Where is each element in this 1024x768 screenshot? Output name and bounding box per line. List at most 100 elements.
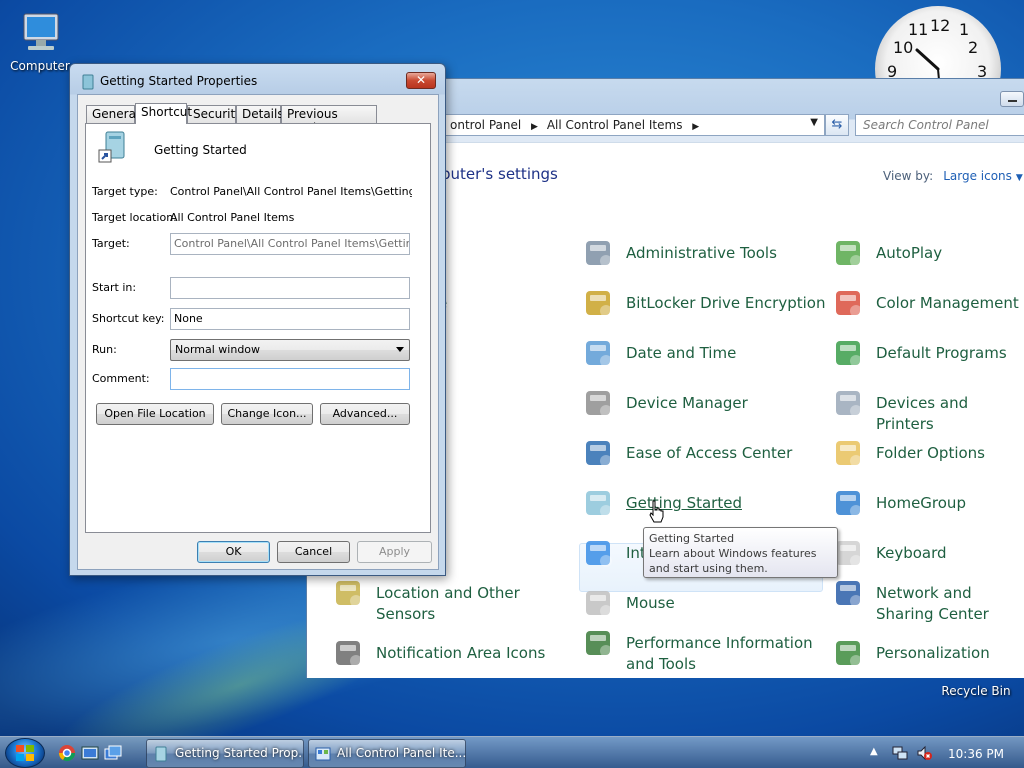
computer-label: Computer: [10, 59, 70, 73]
view-by-chevron-icon[interactable]: ▼: [1016, 173, 1023, 183]
internet-options-icon: [586, 541, 612, 567]
advanced-button[interactable]: Advanced...: [320, 403, 410, 425]
search-input[interactable]: Search Control Panel: [855, 114, 1024, 136]
properties-dialog[interactable]: Getting Started Properties ✕ General Sho…: [69, 63, 446, 576]
control-panel-icon: [315, 747, 331, 761]
cp-item-color-management[interactable]: Color Management: [836, 291, 1024, 317]
open-file-location-button[interactable]: Open File Location: [96, 403, 214, 425]
apply-button[interactable]: Apply: [357, 541, 432, 563]
view-by: View by: Large icons ▼: [883, 169, 1023, 183]
cp-item-ease-of-access-center[interactable]: Ease of Access Center: [586, 441, 826, 467]
folder-icon: [836, 441, 862, 467]
taskbar: Getting Started Prop... All Control Pane…: [0, 736, 1024, 768]
tab-previous-versions[interactable]: Previous Versions: [281, 105, 377, 135]
tab-shortcut[interactable]: Shortcut: [135, 103, 192, 124]
device-manager-icon: [586, 391, 612, 417]
breadcrumb-separator-icon: ▶: [531, 122, 541, 132]
cp-item-performance-information-and-tools[interactable]: Performance Information and Tools: [586, 631, 826, 675]
cp-item-folder-options[interactable]: Folder Options: [836, 441, 1024, 467]
volume-muted-icon[interactable]: [916, 745, 932, 761]
tab-security[interactable]: Security: [187, 105, 242, 123]
shortcut-key-label: Shortcut key:: [92, 312, 165, 325]
windows-logo-icon: [16, 745, 34, 761]
cancel-button[interactable]: Cancel: [277, 541, 350, 563]
cp-item-devices-and-printers[interactable]: Devices and Printers: [836, 391, 1024, 435]
personalization-icon: [836, 641, 862, 667]
cp-item-location-and-other-sensors[interactable]: Location and Other Sensors: [336, 581, 576, 625]
ease-access-icon: [586, 441, 612, 467]
desktop-computer[interactable]: Computer: [0, 8, 80, 73]
chrome-icon[interactable]: [58, 744, 76, 762]
target-label: Target:: [92, 237, 130, 250]
address-bar[interactable]: ontrol Panel ▶ All Control Panel Items ▶…: [441, 114, 825, 136]
shortcut-file-icon: [98, 131, 125, 163]
taskbar-button-label: Getting Started Prop...: [175, 746, 304, 760]
switch-windows-icon[interactable]: [104, 745, 122, 761]
cp-item-label: AutoPlay: [876, 244, 943, 262]
cp-item-homegroup[interactable]: HomeGroup: [836, 491, 1024, 517]
cp-item-mouse[interactable]: Mouse: [586, 591, 826, 617]
shortcut-key-field[interactable]: None: [170, 308, 410, 330]
run-label: Run:: [92, 343, 117, 356]
cp-item-label: Device Manager: [626, 394, 748, 412]
close-button[interactable]: ✕: [406, 72, 436, 89]
show-desktop-icon[interactable]: [81, 745, 99, 761]
location-sensor-icon: [336, 581, 362, 607]
comment-field[interactable]: [170, 368, 410, 390]
cp-item-autoplay[interactable]: AutoPlay: [836, 241, 1024, 267]
hand-cursor-icon: [649, 500, 664, 523]
view-by-label: View by:: [883, 169, 934, 183]
taskbar-button-properties[interactable]: Getting Started Prop...: [146, 739, 304, 768]
cp-item-label: Personalization: [876, 644, 990, 662]
cp-item-administrative-tools[interactable]: Administrative Tools: [586, 241, 826, 267]
getting-started-icon: [82, 74, 94, 90]
change-icon-button[interactable]: Change Icon...: [221, 403, 313, 425]
tray-expand-icon[interactable]: ▲: [870, 746, 878, 757]
start-in-field[interactable]: [170, 277, 410, 299]
cp-item-notification-area-icons[interactable]: Notification Area Icons: [336, 641, 576, 667]
cp-item-label: Devices and Printers: [876, 394, 969, 433]
network-tray-icon[interactable]: [892, 745, 908, 761]
page-heading: puter's settings: [441, 165, 558, 183]
taskbar-button-control-panel[interactable]: All Control Panel Ite...: [308, 739, 466, 768]
cp-item-bitlocker-drive-encryption[interactable]: BitLocker Drive Encryption: [586, 291, 826, 317]
cp-item-date-and-time[interactable]: Date and Time: [586, 341, 826, 367]
start-button[interactable]: [5, 738, 45, 768]
breadcrumb-all-items[interactable]: All Control Panel Items: [547, 118, 683, 132]
default-programs-icon: [836, 341, 862, 367]
target-location-label: Target location:: [92, 211, 177, 224]
cp-item-default-programs[interactable]: Default Programs: [836, 341, 1024, 367]
performance-icon: [586, 631, 612, 657]
tab-general[interactable]: General: [86, 105, 139, 123]
target-location-value: All Control Panel Items: [170, 211, 295, 224]
cp-item-personalization[interactable]: Personalization: [836, 641, 1024, 667]
recycle-bin-label: Recycle Bin: [941, 684, 1011, 698]
address-dropdown-icon[interactable]: ▼: [810, 117, 818, 128]
refresh-button[interactable]: ⇆: [825, 114, 849, 136]
cp-item-device-manager[interactable]: Device Manager: [586, 391, 826, 417]
cp-item-label: Keyboard: [876, 544, 947, 562]
minimize-button[interactable]: [1000, 91, 1024, 107]
breadcrumb-separator-icon: ▶: [692, 122, 700, 132]
view-by-dropdown[interactable]: Large icons: [943, 169, 1012, 183]
breadcrumb-control-panel[interactable]: ontrol Panel: [450, 118, 521, 132]
shortcut-name: Getting Started: [154, 143, 247, 157]
dialog-body: General Shortcut Security Details Previo…: [77, 94, 439, 570]
start-in-label: Start in:: [92, 281, 137, 294]
run-select-value: Normal window: [175, 343, 261, 356]
cp-item-keyboard[interactable]: Keyboard: [836, 541, 1024, 567]
printer-icon: [836, 391, 862, 417]
comment-label: Comment:: [92, 372, 150, 385]
notification-icon: [336, 641, 362, 667]
tab-details[interactable]: Details: [236, 105, 284, 123]
dialog-title: Getting Started Properties: [100, 74, 258, 88]
cp-item-label: Performance Information and Tools: [626, 634, 813, 673]
ok-button[interactable]: OK: [197, 541, 270, 563]
target-field[interactable]: Control Panel\All Control Panel Items\Ge…: [170, 233, 410, 255]
cp-item-label: HomeGroup: [876, 494, 966, 512]
taskbar-clock[interactable]: 10:36 PM: [948, 747, 1004, 761]
run-select[interactable]: Normal window: [170, 339, 410, 361]
desktop-recycle-bin[interactable]: Recycle Bin: [936, 676, 1016, 698]
admin-tools-icon: [586, 241, 612, 267]
cp-item-network-and-sharing-center[interactable]: Network and Sharing Center: [836, 581, 1024, 625]
